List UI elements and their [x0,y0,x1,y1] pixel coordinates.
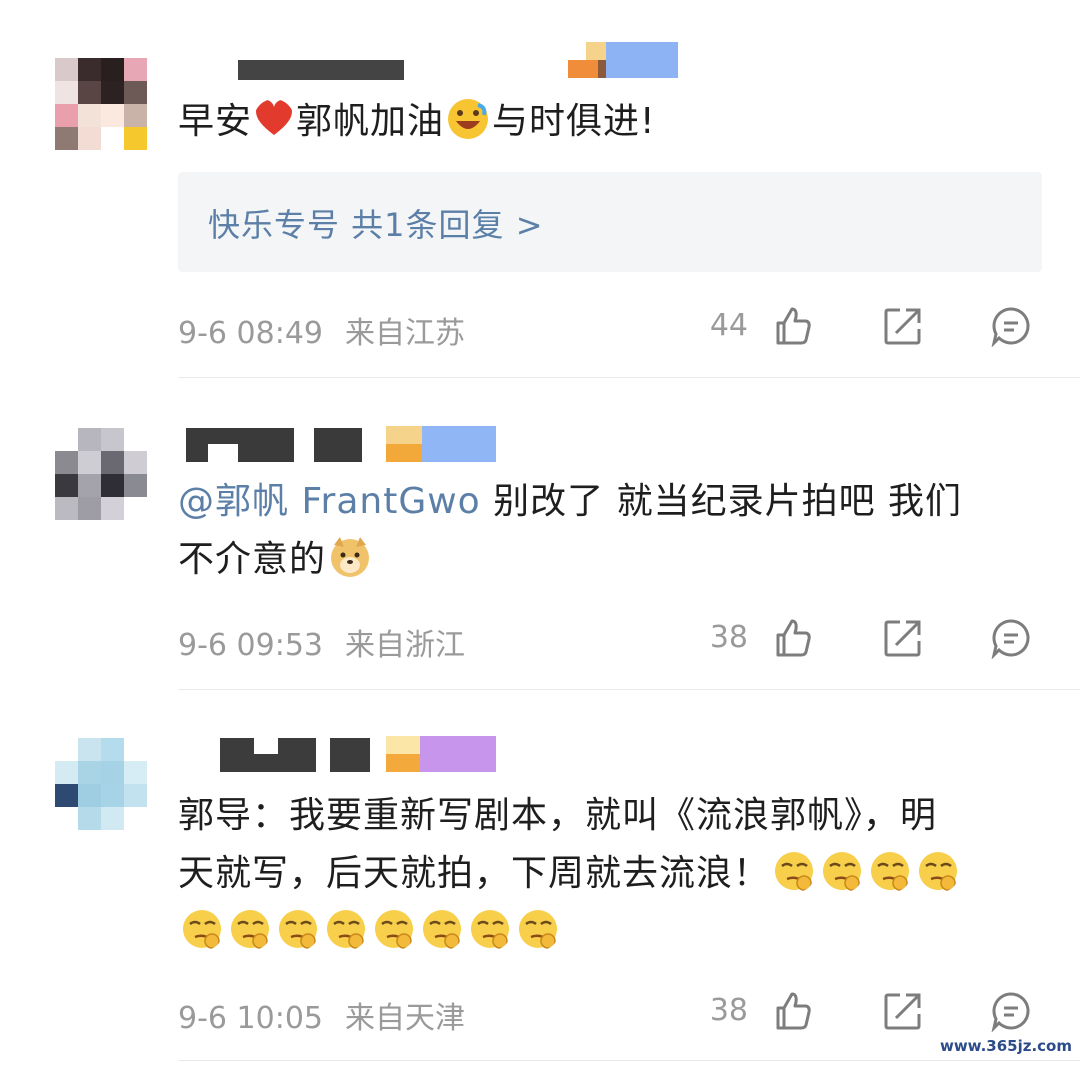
thumbs-up-icon[interactable] [772,990,814,1032]
comment-icon[interactable] [990,305,1032,347]
username-redacted[interactable] [238,60,404,80]
user-badge [386,426,496,462]
thinking-emoji-icon [375,910,413,949]
user-badge [386,736,496,772]
location: 来自天津 [345,1001,465,1036]
timestamp: 9-6 09:53 [178,628,323,663]
avatar[interactable] [55,58,147,150]
thinking-emoji-icon [423,910,461,949]
laugh-cry-emoji-icon [448,99,489,139]
share-icon[interactable] [882,990,924,1032]
thinking-emoji-icon [231,910,269,949]
thinking-emoji-icon [279,910,317,949]
text-line: 不介意的 [178,539,327,580]
username-redacted[interactable] [186,428,294,462]
reply-preview[interactable]: 快乐专号 共1条回复 > [178,172,1042,272]
heart-icon [255,99,293,135]
avatar[interactable] [55,738,147,830]
divider [178,689,1080,690]
comment-meta: 9-6 10:05 来自天津 [178,993,465,1037]
timestamp: 9-6 08:49 [178,316,323,351]
doge-emoji-icon [331,537,370,577]
timestamp: 9-6 10:05 [178,1001,323,1036]
mention-link[interactable]: @郭帆 FrantGwo [178,481,481,522]
comment-meta: 9-6 08:49 来自江苏 [178,308,465,352]
avatar[interactable] [55,428,147,520]
like-count: 44 [709,308,748,343]
thinking-emoji-icon [519,910,557,949]
like-count: 38 [709,993,748,1028]
divider [178,1060,1080,1061]
text-line: 郭导：我要重新写剧本，就叫《流浪郭帆》，明 [178,795,938,836]
like-count: 38 [709,620,748,655]
comment-text: @郭帆 FrantGwo 别改了 就当纪录片拍吧 我们 不介意的 [178,473,962,589]
location: 来自浙江 [345,628,465,663]
location: 来自江苏 [345,316,465,351]
share-icon[interactable] [882,617,924,659]
user-badge [568,42,678,78]
emoji-group [178,910,562,952]
comment-text: 早安 郭帆加油 与时俱进! [178,93,655,151]
thinking-emoji-icon [823,852,862,891]
thinking-emoji-icon [871,852,910,891]
comment-icon[interactable] [990,617,1032,659]
thumbs-up-icon[interactable] [772,305,814,347]
thinking-emoji-icon [183,910,221,949]
comment-meta: 9-6 09:53 来自浙江 [178,620,465,664]
username-redacted [314,428,362,462]
thinking-emoji-icon [919,852,958,891]
reply-link[interactable]: 快乐专号 共1条回复 > [208,200,544,246]
text-part: 郭帆加油 [296,101,445,142]
redaction-gap [208,444,238,462]
share-icon[interactable] [882,305,924,347]
redaction-gap [254,738,278,754]
comment-icon[interactable] [990,990,1032,1032]
text-line: 天就写，后天就拍，下周就去流浪！ [178,853,771,894]
text-part: 与时俱进! [492,101,656,142]
comment-text: 郭导：我要重新写剧本，就叫《流浪郭帆》，明 天就写，后天就拍，下周就去流浪！ [178,787,962,961]
divider [178,377,1080,378]
text-part: 早安 [178,101,253,142]
thinking-emoji-icon [327,910,365,949]
thumbs-up-icon[interactable] [772,617,814,659]
watermark: www.365jz.com [939,1037,1072,1055]
text-line: 别改了 就当纪录片拍吧 我们 [480,481,963,522]
username-redacted [330,738,370,772]
thinking-emoji-icon [471,910,509,949]
thinking-emoji-icon [775,852,814,891]
emoji-group [770,852,962,894]
